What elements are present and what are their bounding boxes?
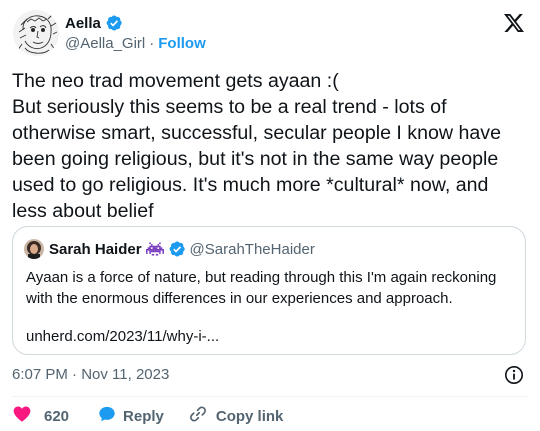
reply-label: Reply [123,407,164,425]
reply-bubble-icon [97,404,117,428]
quoted-author-avatar[interactable] [24,239,44,259]
author-handle-row: @Aella_Girl · Follow [65,35,206,52]
info-icon[interactable] [504,365,524,385]
reply-button[interactable]: Reply [97,404,164,428]
x-logo-icon[interactable] [502,11,526,35]
like-button[interactable]: 620 [12,404,69,428]
author-handle[interactable]: @Aella_Girl [65,35,145,52]
quoted-verified-badge-icon [168,240,186,258]
follow-button[interactable]: Follow [158,35,206,52]
copy-link-label: Copy link [215,407,284,425]
link-icon [188,404,208,428]
tweet-actions: 620 Reply Copy link [12,405,283,427]
quoted-tweet-card[interactable]: Sarah Haider @SarahTheHaider Ayaan is a … [12,226,526,355]
quoted-author-name[interactable]: Sarah Haider [49,241,142,258]
copy-link-button[interactable]: Copy link [188,404,284,428]
author-name[interactable]: Aella [65,15,101,32]
tweet-timestamp[interactable]: 6:07 PM · Nov 11, 2023 [12,366,169,383]
space-invader-emoji-icon [145,240,164,258]
author-avatar[interactable] [13,10,59,56]
quoted-author-row: Sarah Haider @SarahTheHaider [49,238,315,260]
quoted-tweet-link[interactable]: unherd.com/2023/11/why-i-... [26,326,219,347]
separator-dot: · [149,35,155,52]
verified-badge-icon [105,14,123,32]
author-name-row: Aella [65,12,123,34]
quoted-author-handle[interactable]: @SarahTheHaider [190,241,315,258]
heart-icon [12,404,32,428]
like-count: 620 [44,407,70,425]
embedded-tweet-card: Aella @Aella_Girl · Follow The neo trad … [0,0,540,431]
divider [12,396,528,397]
quoted-tweet-text: Ayaan is a force of nature, but reading … [26,269,497,307]
tweet-text: The neo trad movement gets ayaan :( But … [12,70,501,222]
